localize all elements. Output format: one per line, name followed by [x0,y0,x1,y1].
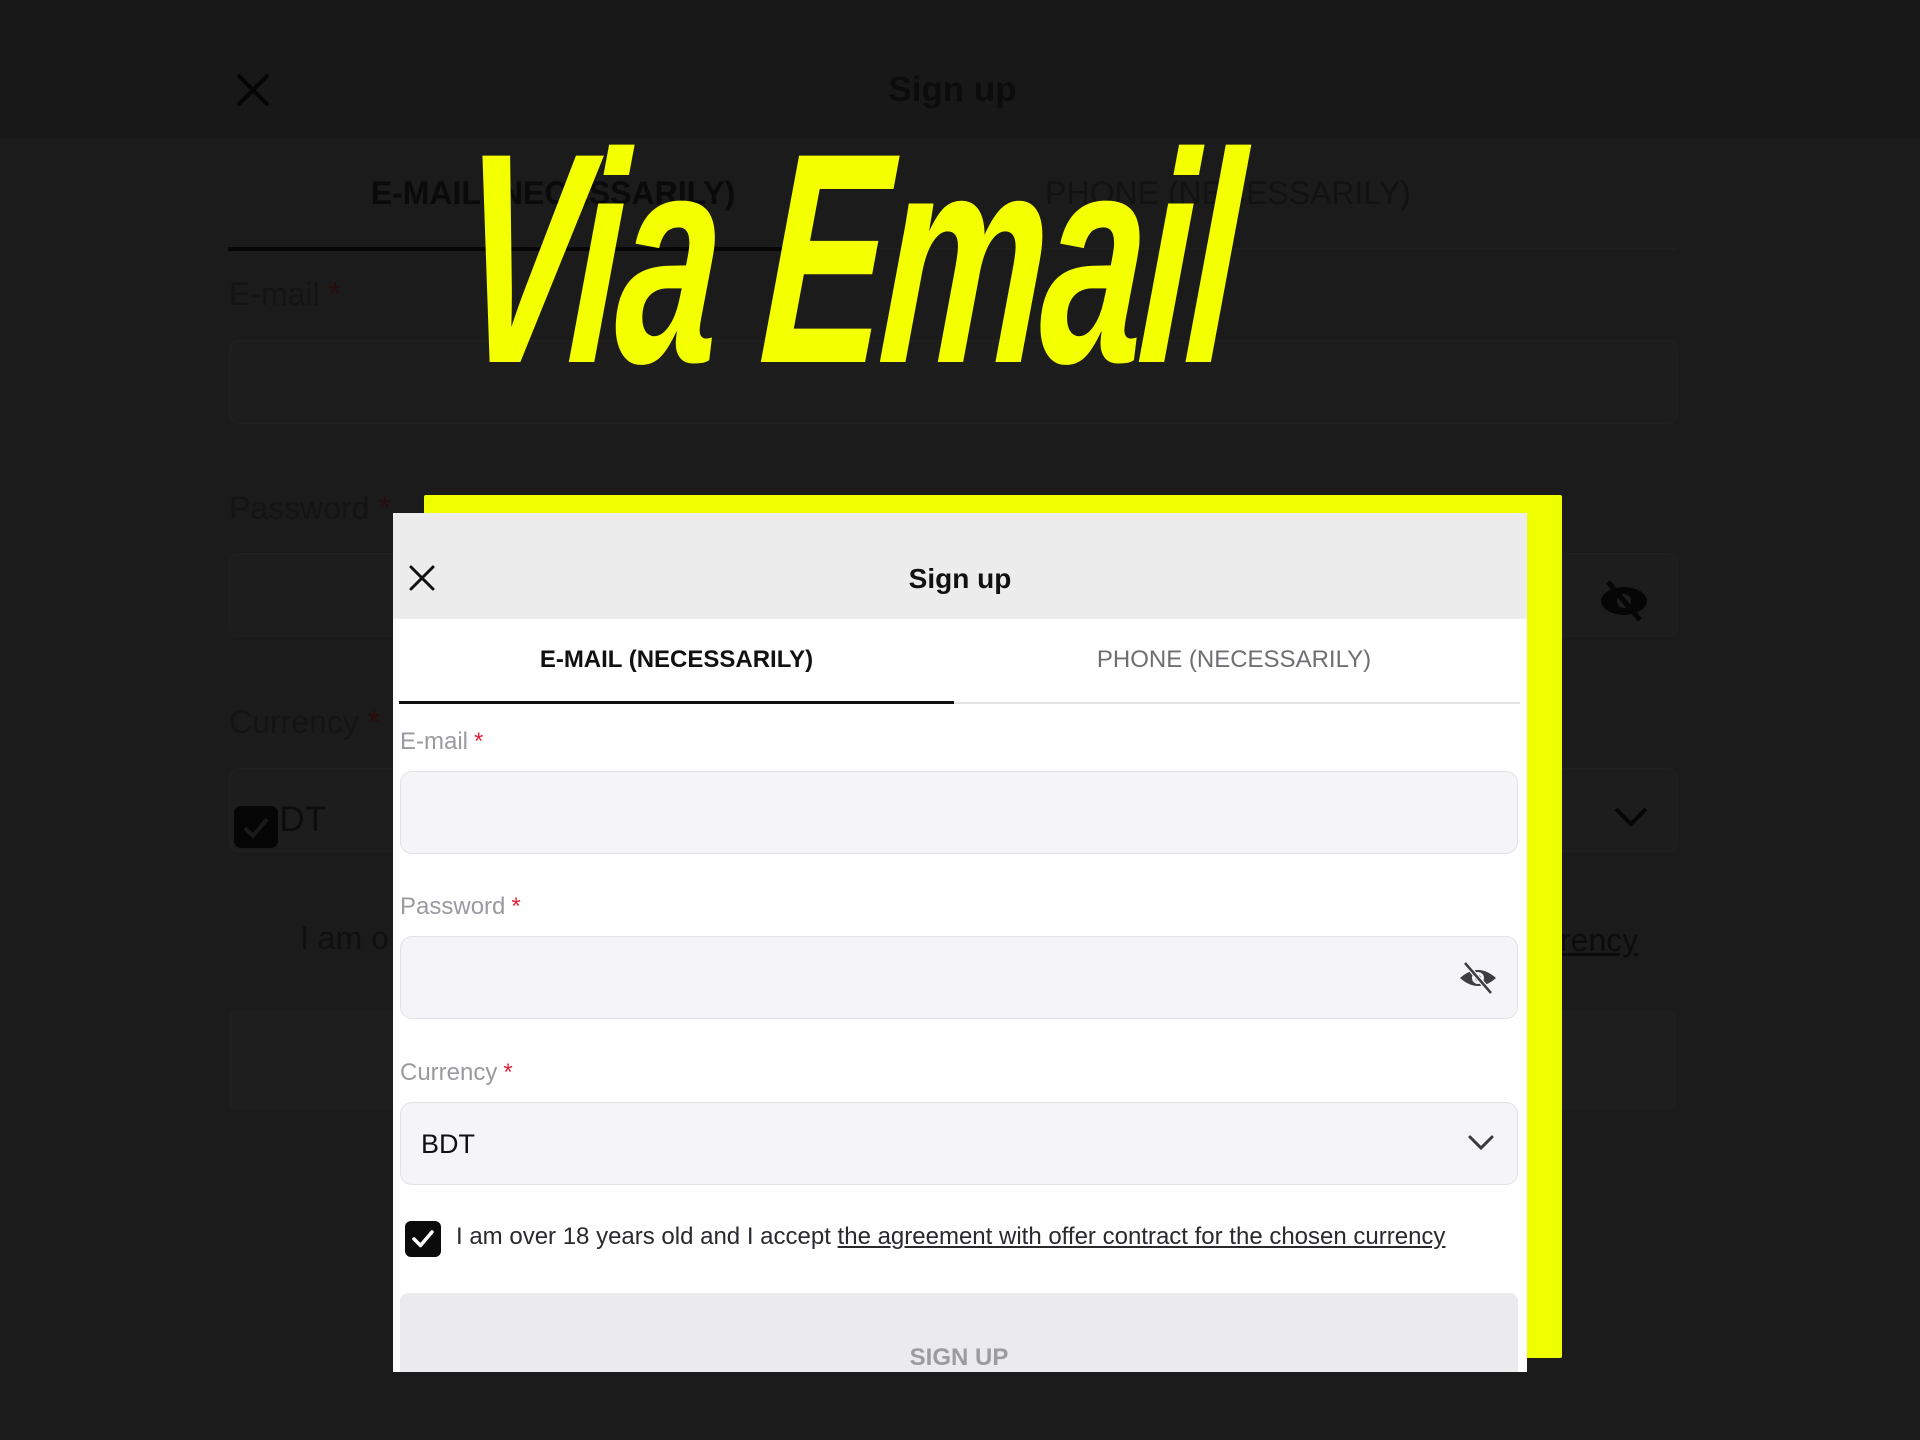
email-label-text: E-mail [400,728,469,755]
signup-button-label: SIGN UP [909,1343,1009,1371]
currency-label: Currency * [400,1059,513,1087]
background-email-label: E-mail * [229,276,341,313]
background-currency-label-text: Currency [229,704,359,740]
signup-button[interactable]: SIGN UP [400,1293,1518,1372]
background-email-label-text: E-mail [229,276,320,312]
required-mark: * [511,893,521,920]
agreement-link[interactable]: the agreement with offer contract for th… [838,1223,1446,1250]
age-consent-checkbox[interactable] [405,1221,441,1257]
password-label: Password * [400,893,521,921]
email-field[interactable] [400,771,1518,854]
background-password-label-text: Password [229,490,370,526]
headline-via-email: Via Email [449,90,1247,426]
required-mark: * [474,728,484,755]
background-check-icon [243,817,269,839]
active-tab-underline [399,701,954,704]
background-password-label: Password * [229,490,391,527]
tab-email[interactable]: E-MAIL (NECESSARILY) [399,646,954,706]
currency-selected-value: BDT [421,1129,475,1159]
required-mark: * [328,276,342,312]
background-checkbox [234,806,278,848]
password-input[interactable] [401,937,1517,1018]
consent-text: I am over 18 years old and I accept the … [456,1223,1445,1251]
background-currency-label: Currency * [229,704,380,741]
required-mark: * [503,1059,513,1086]
password-field[interactable] [400,936,1518,1019]
required-mark: * [378,490,391,526]
signup-modal: Sign up E-MAIL (NECESSARILY) PHONE (NECE… [393,513,1527,1372]
tab-phone[interactable]: PHONE (NECESSARILY) [954,646,1514,706]
eye-slash-icon[interactable] [1457,960,1499,996]
background-consent-text: I am o [300,920,389,956]
email-input[interactable] [401,772,1517,853]
tab-divider [954,702,1520,704]
email-label: E-mail * [400,728,483,756]
consent-statement: I am over 18 years old and I accept [456,1223,838,1250]
background-consent-link: rency [1560,922,1639,958]
currency-select[interactable]: BDT [400,1102,1518,1185]
chevron-down-icon [1468,1135,1494,1151]
modal-title: Sign up [908,563,1012,594]
check-icon [412,1230,434,1248]
password-label-text: Password [400,893,506,920]
currency-label-text: Currency [400,1059,498,1086]
background-eye-slash-icon [1601,580,1647,622]
background-chevron-down-icon [1614,807,1648,827]
required-mark: * [367,704,381,740]
modal-header: Sign up [393,513,1527,619]
